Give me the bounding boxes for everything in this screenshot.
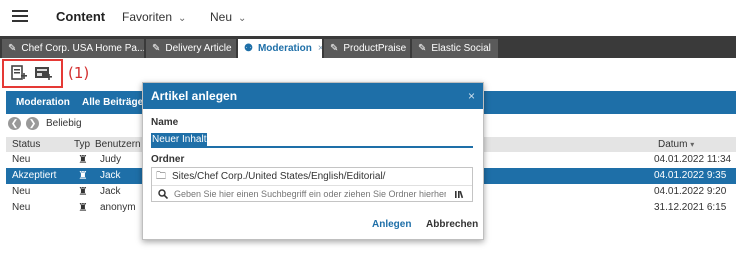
new-article-icon[interactable] — [34, 64, 52, 82]
folder-path-row[interactable]: 🗀 Sites/Chef Corp./United States/English/… — [156, 170, 385, 184]
tab-delivery-article[interactable]: ✎ Delivery Article — [146, 39, 236, 58]
chevron-down-icon: ⌄ — [178, 13, 187, 24]
column-header-date-label: Datum — [658, 139, 688, 150]
column-header-type[interactable]: Typ — [74, 137, 90, 152]
tab-label: Delivery Article — [165, 43, 232, 54]
create-button[interactable]: Anlegen — [372, 219, 411, 230]
folder-label: Ordner — [151, 154, 185, 165]
status-cell: Neu — [12, 202, 31, 213]
user-cell: Jack — [100, 170, 121, 181]
comment-type-icon: ♜ — [78, 154, 88, 166]
tab-label: Moderation — [257, 43, 312, 54]
folder-search-row — [152, 185, 472, 201]
moderation-subnav: Moderation Alle Beiträge — [6, 91, 146, 114]
tab-chef-corp-home[interactable]: ✎ Chef Corp. USA Home Pa... — [2, 39, 144, 58]
sort-desc-icon: ▾ — [690, 140, 695, 149]
name-input[interactable] — [151, 132, 473, 148]
subnav-bar-right — [472, 91, 736, 114]
chevron-down-icon: ⌄ — [238, 13, 247, 24]
status-cell: Akzeptiert — [12, 170, 57, 181]
tab-label: Elastic Social — [431, 43, 491, 54]
pencil-icon: ✎ — [8, 43, 17, 54]
folder-chooser: 🗀 Sites/Chef Corp./United States/English/… — [151, 167, 473, 202]
user-cell: Judy — [100, 154, 122, 165]
subnav-moderation[interactable]: Moderation — [16, 91, 70, 114]
toolbar — [6, 61, 66, 87]
tab-elastic-social[interactable]: ✎ Elastic Social — [412, 39, 498, 58]
column-header-date[interactable]: Datum ▾ — [658, 137, 694, 152]
pencil-icon: ✎ — [152, 43, 161, 54]
close-icon[interactable]: × — [318, 39, 322, 58]
folder-path-text: Sites/Chef Corp./United States/English/E… — [172, 171, 386, 182]
dialog-header: Artikel anlegen × — [143, 83, 483, 109]
hamburger-menu-icon[interactable] — [12, 10, 28, 22]
dialog-title: Artikel anlegen — [151, 89, 238, 103]
tab-bar: ✎ Chef Corp. USA Home Pa... ✎ Delivery Art… — [0, 36, 736, 58]
status-cell: Neu — [12, 186, 31, 197]
subnav-all-posts[interactable]: Alle Beiträge — [82, 91, 143, 114]
favorites-menu-label: Favoriten — [122, 10, 173, 24]
pencil-icon: ✎ — [418, 43, 427, 54]
tab-productpraise[interactable]: ✎ ProductPraise — [324, 39, 410, 58]
column-header-status[interactable]: Status — [12, 137, 40, 152]
search-icon — [158, 189, 168, 199]
library-browse-icon[interactable] — [454, 189, 464, 199]
new-content-icon[interactable] — [10, 64, 28, 82]
pencil-icon: ✎ — [330, 43, 339, 54]
new-menu[interactable]: Neu ⌄ — [210, 10, 246, 24]
comment-type-icon: ♜ — [78, 170, 88, 182]
back-arrow-icon[interactable]: ❮ — [8, 117, 21, 130]
comment-type-icon: ♜ — [78, 186, 88, 198]
folder-icon: 🗀 — [156, 171, 166, 182]
app-header: Content Favoriten ⌄ Neu ⌄ — [0, 0, 736, 34]
filter-label[interactable]: Beliebig — [46, 118, 82, 129]
moderation-icon: ⚉ — [244, 43, 253, 54]
name-label: Name — [151, 117, 179, 128]
column-header-user[interactable]: Benutzern — [95, 137, 141, 152]
forward-arrow-icon[interactable]: ❯ — [26, 117, 39, 130]
folder-search-input[interactable] — [174, 188, 446, 200]
close-icon[interactable]: × — [468, 83, 475, 109]
date-cell: 04.01.2022 9:35 — [654, 170, 727, 181]
favorites-menu[interactable]: Favoriten ⌄ — [122, 10, 186, 24]
date-cell: 04.01.2022 9:20 — [654, 186, 727, 197]
create-article-dialog: Artikel anlegen × Name Neuer Inhalt Ordn… — [142, 82, 484, 240]
tab-moderation[interactable]: ⚉ Moderation × — [238, 39, 322, 58]
comment-type-icon: ♜ — [78, 202, 88, 214]
app-title: Content — [56, 9, 106, 24]
cancel-button[interactable]: Abbrechen — [426, 219, 478, 230]
status-cell: Neu — [12, 154, 31, 165]
tab-label: ProductPraise — [343, 43, 407, 54]
date-cell: 31.12.2021 6:15 — [654, 202, 727, 213]
tab-label: Chef Corp. USA Home Pa... — [21, 43, 144, 54]
new-menu-label: Neu — [210, 10, 233, 24]
date-cell: 04.01.2022 11:34 — [654, 154, 732, 165]
user-cell: anonym — [100, 202, 136, 213]
annotation-label: (1) — [68, 64, 90, 82]
user-cell: Jack — [100, 186, 121, 197]
